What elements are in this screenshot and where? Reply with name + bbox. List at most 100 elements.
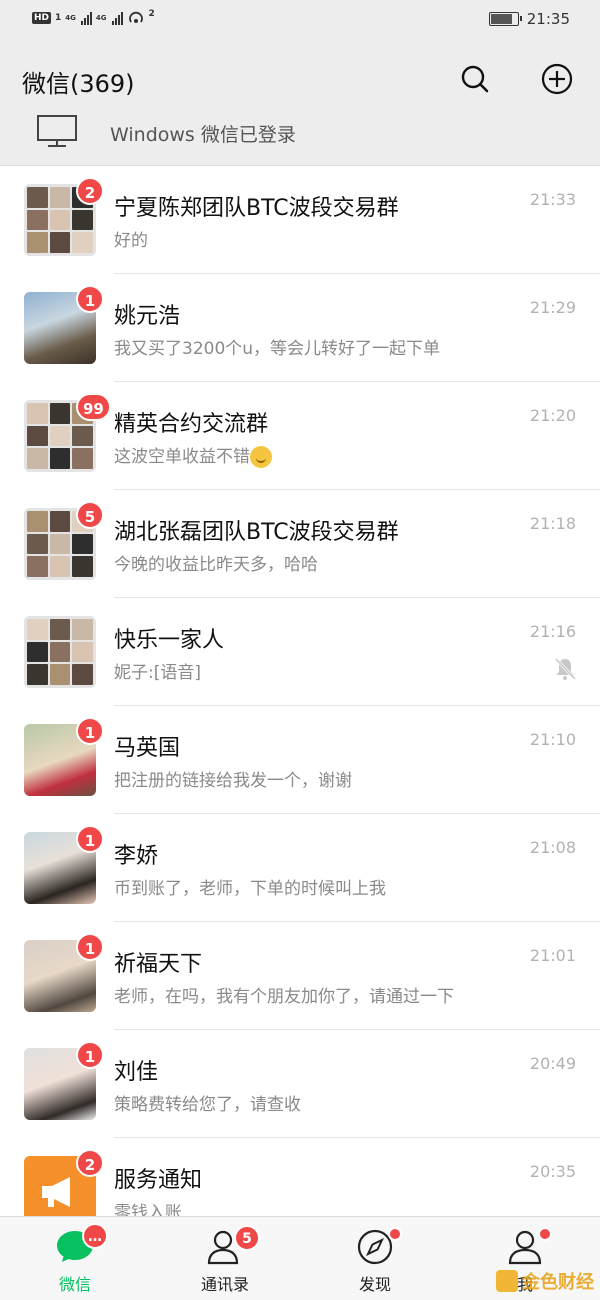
- chat-preview-text: 币到账了，老师，下单的时候叫上我: [114, 879, 386, 899]
- chat-time: 21:08: [529, 838, 576, 857]
- chat-row[interactable]: 1 刘佳策略费转给您了，请查收 20:49: [0, 1030, 600, 1138]
- chat-preview: 我又买了3200个u，等会儿转好了一起下单: [114, 334, 440, 359]
- hotspot-count: 2: [148, 9, 155, 19]
- chat-time: 21:33: [529, 190, 576, 209]
- chat-preview: 今晚的收益比昨天多，哈哈: [114, 550, 318, 575]
- unread-badge: 1: [76, 1041, 104, 1069]
- tab-label: 发现: [358, 1275, 391, 1294]
- chat-preview-text: 老师，在吗，我有个朋友加你了，请通过一下: [114, 987, 454, 1007]
- chat-list[interactable]: 2 宁夏陈郑团队BTC波段交易群 好的 21:33 1 姚元浩 我又买了3200个u，等会儿…: [0, 166, 600, 1216]
- status-time: 21:35: [526, 10, 570, 28]
- chat-row[interactable]: 1 李娇币到账了，老师，下单的时候叫上我 21:08: [0, 814, 600, 922]
- tab-chats[interactable]: … 微信: [0, 1217, 150, 1300]
- chat-preview-text: 策略费转给您了，请查收: [114, 1095, 301, 1115]
- notification-dot: [388, 1227, 402, 1241]
- tab-contacts[interactable]: 5 通讯录: [150, 1217, 300, 1300]
- chat-preview-text: 我又买了3200个u，等会儿转好了一起下单: [114, 339, 441, 359]
- bottom-tab-bar: … 微信 5 通讯录 发现 我 金色财经: [0, 1216, 600, 1300]
- chat-row[interactable]: 快乐一家人妮子:[语音] 21:16: [0, 598, 600, 706]
- avatar[interactable]: 1: [24, 933, 104, 1012]
- megaphone-icon: [42, 1177, 70, 1207]
- app-header: 微信(369): [0, 42, 600, 114]
- signal-icon: [80, 11, 92, 25]
- network-type-1: 4G: [65, 13, 76, 22]
- battery-icon: [488, 12, 522, 26]
- avatar[interactable]: 2: [24, 177, 104, 256]
- chat-preview-text: 把注册的链接给我发一个，谢谢: [114, 771, 352, 791]
- chat-time: 21:16: [529, 622, 576, 641]
- chat-preview-text: 零钱入账: [114, 1203, 182, 1216]
- chat-name: 湖北张磊团队BTC波段交易群: [114, 520, 399, 545]
- unread-badge: 2: [76, 1149, 104, 1177]
- chat-row[interactable]: 1 祈福天下老师，在吗，我有个朋友加你了，请通过一下 21:01: [0, 922, 600, 1030]
- unread-badge: 1: [76, 933, 104, 961]
- chat-preview: 这波空单收益不错: [114, 442, 272, 468]
- avatar[interactable]: 1: [24, 825, 104, 904]
- plus-circle-icon[interactable]: [540, 62, 574, 96]
- chat-row[interactable]: 2 服务通知零钱入账 20:35: [0, 1138, 600, 1216]
- avatar[interactable]: 1: [24, 717, 104, 796]
- page-title: 微信(369): [22, 70, 135, 98]
- avatar[interactable]: 2: [24, 1149, 104, 1216]
- avatar[interactable]: 1: [24, 285, 104, 364]
- tab-discover[interactable]: 发现: [300, 1217, 450, 1300]
- unread-badge: 2: [76, 177, 104, 205]
- hd-indicator: HD: [32, 12, 52, 24]
- chat-name: 快乐一家人: [114, 628, 225, 653]
- notification-dot: [538, 1227, 552, 1241]
- login-status-text: Windows 微信已登录: [110, 124, 296, 146]
- avatar[interactable]: 1: [24, 1041, 104, 1120]
- unread-badge: 1: [76, 825, 104, 853]
- hug-emoji: [250, 446, 272, 468]
- chat-name: 服务通知: [114, 1168, 203, 1193]
- sim-slot-1: 1: [55, 13, 62, 23]
- tab-badge: 5: [234, 1225, 260, 1251]
- unread-badge: 5: [76, 501, 104, 529]
- status-right: 21:35: [488, 10, 570, 28]
- unread-badge: 99: [76, 393, 111, 421]
- chat-preview-text: 这波空单收益不错: [114, 447, 250, 467]
- chat-name: 祈福天下: [114, 952, 203, 977]
- chat-time: 21:20: [529, 406, 576, 425]
- avatar[interactable]: [24, 616, 96, 688]
- status-indicators: HD 1 4G 4G 2: [32, 9, 155, 26]
- chat-row[interactable]: 1 姚元浩 我又买了3200个u，等会儿转好了一起下单 21:29: [0, 274, 600, 382]
- windows-login-banner[interactable]: Windows 微信已登录: [0, 114, 600, 166]
- avatar[interactable]: 5: [24, 501, 104, 580]
- chat-row[interactable]: 2 宁夏陈郑团队BTC波段交易群好的 21:33: [0, 166, 600, 274]
- unread-badge: 1: [76, 717, 104, 745]
- status-bar: HD 1 4G 4G 2 21:35: [0, 0, 600, 42]
- chat-preview: 老师，在吗，我有个朋友加你了，请通过一下: [114, 982, 454, 1007]
- watermark: 金色财经: [496, 1268, 594, 1294]
- mute-bell-icon: [554, 657, 577, 681]
- chat-name: 精英合约交流群: [114, 412, 269, 437]
- chat-preview-text: 今晚的收益比昨天多，哈哈: [114, 555, 318, 575]
- chat-time: 21:01: [529, 946, 576, 965]
- chat-preview-text: 好的: [114, 231, 148, 251]
- chat-preview-text: 妮子:[语音]: [114, 663, 201, 683]
- signal-icon-2: [111, 11, 123, 25]
- tab-label: 通讯录: [200, 1275, 249, 1294]
- watermark-text: 金色财经: [522, 1272, 594, 1293]
- chat-time: 21:10: [529, 730, 576, 749]
- chat-name: 李娇: [114, 844, 159, 869]
- tab-label: 微信: [58, 1275, 91, 1294]
- chat-name: 宁夏陈郑团队BTC波段交易群: [114, 196, 399, 221]
- chat-preview: 好的: [114, 226, 148, 251]
- chat-name: 马英国: [114, 736, 181, 761]
- search-icon[interactable]: [458, 62, 492, 96]
- network-type-2: 4G: [95, 13, 107, 22]
- chat-time: 20:35: [529, 1162, 576, 1181]
- monitor-icon: [37, 115, 77, 147]
- chat-time: 20:49: [529, 1054, 576, 1073]
- chat-preview: 币到账了，老师，下单的时候叫上我: [114, 874, 386, 899]
- chat-row[interactable]: 1 马英国把注册的链接给我发一个，谢谢 21:10: [0, 706, 600, 814]
- chat-name: 刘佳: [114, 1060, 159, 1085]
- chat-time: 21:29: [529, 298, 576, 317]
- watermark-logo-icon: [496, 1270, 518, 1292]
- chat-preview: 策略费转给您了，请查收: [114, 1090, 301, 1115]
- chat-row[interactable]: 5 湖北张磊团队BTC波段交易群 今晚的收益比昨天多，哈哈 21:18: [0, 490, 600, 598]
- chat-preview: 妮子:[语音]: [114, 658, 201, 683]
- chat-row[interactable]: 99 精英合约交流群这波空单收益不错 21:20: [0, 382, 600, 490]
- avatar[interactable]: 99: [24, 393, 111, 472]
